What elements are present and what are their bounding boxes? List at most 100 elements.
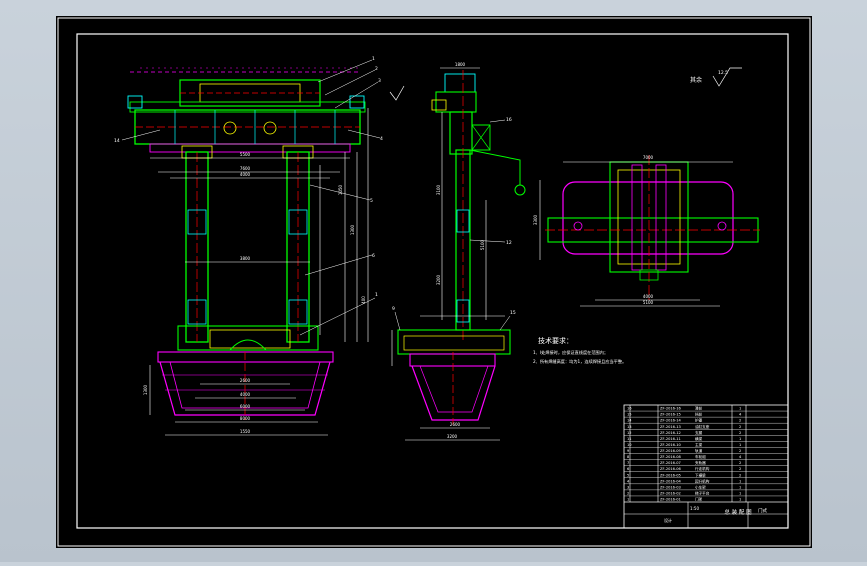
title-block-cell-code: ZF-2016-13 xyxy=(660,425,681,429)
title-block-cell-qty: 1 xyxy=(739,443,741,447)
front-balloon-3: 3 xyxy=(378,78,381,84)
title-block-cell-name: 门架 xyxy=(695,497,703,502)
front-dim-5: 4000 xyxy=(240,392,251,397)
title-block-cell-code: ZF-2016-08 xyxy=(660,455,682,459)
title-block-cell-name: 轨道 xyxy=(695,448,703,453)
title-block-cell-no: 12 xyxy=(627,431,632,435)
title-block-cell-no: 11 xyxy=(627,437,632,441)
title-block-cell-code: ZF-2016-14 xyxy=(660,419,682,423)
title-block-cell-name: 滑轮 xyxy=(695,406,703,411)
plan-dim-2: 4000 xyxy=(643,294,654,299)
roughness-prefix: 其余 xyxy=(690,76,702,84)
title-block-cell-name: 行走机构 xyxy=(695,466,710,471)
title-block-cell-qty: 1 xyxy=(739,407,741,411)
front-dim-8: 1550 xyxy=(240,429,251,434)
title-block-cell-code: ZF-2016-02 xyxy=(660,491,681,495)
title-block-cell-name: 车轮组 xyxy=(695,454,706,459)
front-dim-v3: 400 xyxy=(361,296,366,304)
title-block-cell-no: 2 xyxy=(627,491,629,495)
front-balloon-7: 1 xyxy=(375,292,378,298)
title-block-cell-no: 7 xyxy=(627,461,629,465)
roughness-value: 12.5 xyxy=(718,70,728,76)
title-block-cell-name: 挡轮 xyxy=(695,412,703,417)
title-block-cell-no: 3 xyxy=(627,485,629,489)
side-dim-1: 3100 xyxy=(436,184,441,195)
title-block-cell-name: 小车架 xyxy=(695,484,706,489)
front-dim-v2: 1300 xyxy=(350,224,355,235)
front-balloon-6: 6 xyxy=(372,253,375,259)
title-block-cell-name: 护罩 xyxy=(695,418,703,423)
tech-note-2: 2、所有焊缝高度：均为1，连续焊接且应当平整。 xyxy=(533,358,626,365)
plan-dim-1: 3300 xyxy=(533,214,538,225)
front-dim-2: 4000 xyxy=(240,172,251,177)
title-block-cell-no: 10 xyxy=(627,443,632,447)
title-block-cell-qty: 1 xyxy=(739,437,741,441)
title-block-cell-name: 起升机构 xyxy=(695,478,710,483)
title-block-cell-no: 14 xyxy=(627,419,632,423)
title-block-cell-qty: 1 xyxy=(739,498,741,502)
title-block-cell-code: ZF-2016-15 xyxy=(660,413,681,417)
front-dim-6: 6000 xyxy=(240,404,251,409)
plan-dim-3: 5100 xyxy=(643,300,654,305)
front-balloon-2: 2 xyxy=(375,66,378,72)
side-dim-5: 3200 xyxy=(447,434,458,439)
side-dim-4: 2600 xyxy=(450,422,461,427)
front-dim-3: 3800 xyxy=(240,256,251,261)
title-block-cell-code: ZF-2016-16 xyxy=(660,407,682,411)
title-block-cell-qty: 2 xyxy=(739,461,741,465)
cad-viewport[interactable]: 5500 7600 4000 3800 2600 4000 6000 8000 … xyxy=(0,0,867,562)
title-block-cell-qty: 1 xyxy=(739,491,741,495)
plan-dim-0: 7000 xyxy=(643,155,654,160)
front-balloon-1: 1 xyxy=(372,56,375,62)
front-balloon-14: 14 xyxy=(114,138,120,144)
drawing-title: 总 装 配 图 xyxy=(724,508,752,516)
title-block-cell-code: ZF-2016-05 xyxy=(660,473,681,477)
drawing-sheet: 5500 7600 4000 3800 2600 4000 6000 8000 … xyxy=(56,16,812,548)
title-block-cell-code: ZF-2016-12 xyxy=(660,431,681,435)
front-dim-v4: 1300 xyxy=(143,384,148,395)
front-dim-7: 8000 xyxy=(240,416,251,421)
title-block-cell-qty: 2 xyxy=(739,473,741,477)
title-block-cell-name: 夹轨器 xyxy=(695,460,706,465)
front-dim-4: 2600 xyxy=(240,378,251,383)
designer-label: 设计 xyxy=(664,517,672,523)
title-block-cell-name: 横梁 xyxy=(695,436,703,441)
side-dim-0: 1800 xyxy=(455,62,466,67)
title-block-cell-no: 1 xyxy=(627,498,629,502)
title-block-cell-name: 梯子平台 xyxy=(695,490,710,495)
front-dim-v1: 1050 xyxy=(338,184,343,195)
title-block-cell-qty: 1 xyxy=(739,485,741,489)
title-block-cell-name: 支腿 xyxy=(695,430,703,435)
title-block-cell-no: 13 xyxy=(627,425,632,429)
title-block-cell-no: 16 xyxy=(627,407,632,411)
side-dim-3: 3200 xyxy=(436,274,441,285)
title-block-cell-qty: 2 xyxy=(739,425,741,429)
front-dim-1: 7600 xyxy=(240,166,251,171)
title-block-cell-qty: 2 xyxy=(739,449,741,453)
side-balloon-12: 12 xyxy=(506,240,512,246)
title-block-cell-code: ZF-2016-11 xyxy=(660,437,681,441)
title-block-cell-code: ZF-2016-04 xyxy=(660,479,682,483)
title-block-cell-name: 下横梁 xyxy=(695,472,706,477)
tech-note-1: 1、Ⅰ处焊接时，应保证直线度在范围内； xyxy=(533,349,608,356)
title-block-cell-qty: 1 xyxy=(739,479,741,483)
title-block-cell-name: 主梁 xyxy=(695,442,703,447)
front-balloon-4: 4 xyxy=(380,136,383,142)
side-balloon-16: 16 xyxy=(506,117,512,123)
side-dim-2: 5100 xyxy=(480,239,485,250)
title-block-cell-code: ZF-2016-09 xyxy=(660,449,682,453)
title-block-cell-qty: 2 xyxy=(739,467,741,471)
title-block-cell-code: ZF-2016-01 xyxy=(660,498,681,502)
title-block-cell-name: 油缸支座 xyxy=(695,424,710,429)
title-block-cell-no: 5 xyxy=(627,473,629,477)
title-block-cell-code: ZF-2016-03 xyxy=(660,485,681,489)
side-balloon-15: 15 xyxy=(510,310,516,316)
title-block-cell-qty: 2 xyxy=(739,419,741,423)
front-balloon-5: 5 xyxy=(370,198,373,204)
tech-title: 技术要求： xyxy=(538,336,573,345)
scale-ratio: 1:50 xyxy=(690,506,699,511)
title-block-cell-code: ZF-2016-10 xyxy=(660,443,682,447)
title-block-cell-code: ZF-2016-06 xyxy=(660,467,682,471)
title-block-cell-qty: 2 xyxy=(739,431,741,435)
title-block-cell-code: ZF-2016-07 xyxy=(660,461,681,465)
